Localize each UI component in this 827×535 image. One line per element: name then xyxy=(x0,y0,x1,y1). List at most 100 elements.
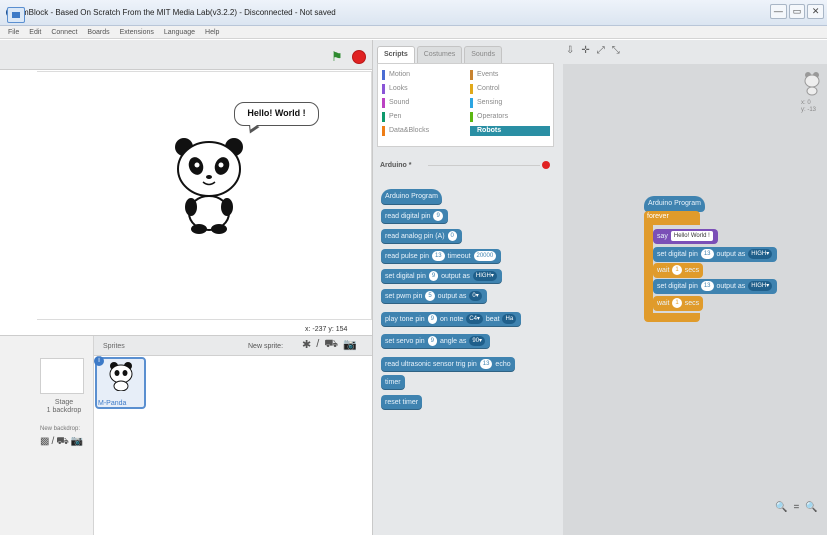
stage-thumbnail[interactable] xyxy=(40,358,84,394)
pin-input[interactable]: 9 xyxy=(433,211,443,222)
sprite-y: y: -13 xyxy=(801,107,817,113)
maximize-button[interactable]: ▭ xyxy=(788,4,806,19)
category-data-blocks[interactable]: Data&Blocks xyxy=(382,126,429,136)
block-read-digital-pin[interactable]: read digital pin 9 xyxy=(381,209,448,224)
say-text-input[interactable]: Hello! World ! xyxy=(670,231,713,242)
block-set-pwm-pin[interactable]: set pwm pin 5 output as 0▾ xyxy=(381,289,487,304)
category-pen[interactable]: Pen xyxy=(382,112,401,122)
zoom-reset-icon[interactable]: = xyxy=(793,502,799,513)
shrink-icon[interactable]: ⤡ xyxy=(612,45,620,56)
script-set-digital-pin[interactable]: set digital pin 13 output as HIGH▾ xyxy=(653,247,778,262)
beat-dropdown[interactable]: Ha xyxy=(502,314,517,325)
menu-extensions[interactable]: Extensions xyxy=(120,29,154,36)
menu-edit[interactable]: Edit xyxy=(29,29,41,36)
tab-scripts[interactable]: Scripts xyxy=(377,46,415,63)
sprite-library-icon[interactable]: ✱ xyxy=(302,338,311,352)
level-dropdown[interactable]: HIGH▾ xyxy=(748,249,773,260)
pin-input[interactable]: 5 xyxy=(425,291,435,302)
block-label: set pwm pin xyxy=(385,293,423,300)
connection-status-dot xyxy=(542,161,550,169)
backdrop-library-icon[interactable]: ▩ xyxy=(40,436,49,449)
current-sprite-icon xyxy=(804,72,820,96)
new-backdrop-tools: ▩ / ⛟ 📷 xyxy=(40,436,83,449)
window-title: mBlock - Based On Scratch From the MIT M… xyxy=(22,8,336,17)
pin-input[interactable]: 13 xyxy=(431,251,445,262)
sprite-info-icon[interactable]: i xyxy=(94,356,104,366)
note-dropdown[interactable]: C4▾ xyxy=(466,314,483,325)
arduino-extension-header: Arduino * xyxy=(380,162,412,169)
stop-button[interactable] xyxy=(352,50,366,64)
panda-sprite[interactable] xyxy=(172,135,247,235)
block-set-servo-pin[interactable]: set servo pin 9 angle as 90▾ xyxy=(381,334,491,349)
script-wait-block[interactable]: wait 1 secs xyxy=(653,263,704,278)
green-flag-icon[interactable]: ⚑ xyxy=(331,50,343,63)
speech-bubble: Hello! World ! xyxy=(234,102,319,126)
menu-language[interactable]: Language xyxy=(164,29,195,36)
level-dropdown[interactable]: HIGH▾ xyxy=(748,281,773,292)
block-label: timer xyxy=(385,379,401,386)
block-label: output as xyxy=(441,273,470,280)
delete-icon[interactable]: ✛ xyxy=(581,45,589,56)
minimize-button[interactable]: — xyxy=(770,4,787,19)
block-categories: Motion Looks Sound Pen Data&Blocks Event… xyxy=(377,63,554,147)
close-button[interactable]: ✕ xyxy=(807,4,825,19)
pin-input[interactable]: 13 xyxy=(700,281,714,292)
upload-sprite-icon[interactable]: ⛟ xyxy=(324,338,338,352)
camera-sprite-icon[interactable]: 📷 xyxy=(343,338,357,352)
block-arduino-program[interactable]: Arduino Program xyxy=(381,189,442,205)
block-label: set digital pin xyxy=(657,251,698,258)
grow-icon[interactable]: ⤢ xyxy=(597,45,605,56)
block-label: wait xyxy=(657,300,670,307)
script-set-digital-pin[interactable]: set digital pin 13 output as HIGH▾ xyxy=(653,279,778,294)
category-control[interactable]: Control xyxy=(470,84,500,94)
block-read-ultrasonic[interactable]: read ultrasonic sensor trig pin 13 echo xyxy=(381,357,515,372)
category-events[interactable]: Events xyxy=(470,70,498,80)
category-operators[interactable]: Operators xyxy=(470,112,508,122)
script-wait-block[interactable]: wait 1 secs xyxy=(653,296,704,311)
block-read-analog-pin[interactable]: read analog pin (A) 0 xyxy=(381,229,462,244)
block-label: set digital pin xyxy=(657,283,698,290)
pwm-dropdown[interactable]: 0▾ xyxy=(469,291,482,302)
duplicate-icon[interactable]: ⇩ xyxy=(566,45,574,56)
timeout-input[interactable]: 20000 xyxy=(473,251,497,262)
category-sound[interactable]: Sound xyxy=(382,98,409,108)
tab-costumes[interactable]: Costumes xyxy=(416,46,463,63)
category-motion[interactable]: Motion xyxy=(382,70,410,80)
pin-input[interactable]: 9 xyxy=(427,336,437,347)
menu-connect[interactable]: Connect xyxy=(51,29,77,36)
category-robots[interactable]: Robots xyxy=(470,126,550,136)
menu-help[interactable]: Help xyxy=(205,29,219,36)
block-label: on note xyxy=(439,316,464,323)
camera-backdrop-icon[interactable]: 📷 xyxy=(71,436,83,449)
cursor-tools: ⇩ ✛ ⤢ ⤡ xyxy=(566,45,620,56)
zoom-out-icon[interactable]: 🔍 xyxy=(775,502,787,513)
block-play-tone-pin[interactable]: play tone pin 9 on note C4▾ beat Ha xyxy=(381,312,522,327)
wait-input[interactable]: 1 xyxy=(672,265,682,276)
block-timer[interactable]: timer xyxy=(381,375,405,390)
upload-backdrop-icon[interactable]: ⛟ xyxy=(56,436,69,449)
block-reset-timer[interactable]: reset timer xyxy=(381,395,423,410)
paint-sprite-icon[interactable]: / xyxy=(316,338,319,352)
stage-name: Stage xyxy=(54,399,74,406)
block-label: read ultrasonic sensor trig pin xyxy=(385,361,477,368)
pin-input[interactable]: 9 xyxy=(428,271,439,282)
block-read-pulse-pin[interactable]: read pulse pin 13 timeout 20000 xyxy=(381,249,502,264)
menu-boards[interactable]: Boards xyxy=(87,29,109,36)
zoom-in-icon[interactable]: 🔍 xyxy=(805,502,817,513)
pin-input[interactable]: 13 xyxy=(700,249,714,260)
angle-dropdown[interactable]: 90▾ xyxy=(469,336,486,347)
category-looks[interactable]: Looks xyxy=(382,84,408,94)
stage-layout-button[interactable] xyxy=(7,7,25,23)
block-set-digital-pin[interactable]: set digital pin 9 output as HIGH▾ xyxy=(381,269,502,284)
script-hat-arduino-program[interactable]: Arduino Program xyxy=(644,196,705,212)
level-dropdown[interactable]: HIGH▾ xyxy=(472,271,497,282)
wait-input[interactable]: 1 xyxy=(672,298,682,309)
pin-input[interactable]: 13 xyxy=(479,359,493,370)
pin-input[interactable]: 0 xyxy=(447,231,457,242)
pin-input[interactable]: 9 xyxy=(427,314,437,325)
menu-file[interactable]: File xyxy=(8,29,19,36)
script-say-block[interactable]: say Hello! World ! xyxy=(653,229,718,244)
tab-sounds[interactable]: Sounds xyxy=(464,46,502,63)
paint-backdrop-icon[interactable]: / xyxy=(51,436,54,449)
category-sensing[interactable]: Sensing xyxy=(470,98,502,108)
